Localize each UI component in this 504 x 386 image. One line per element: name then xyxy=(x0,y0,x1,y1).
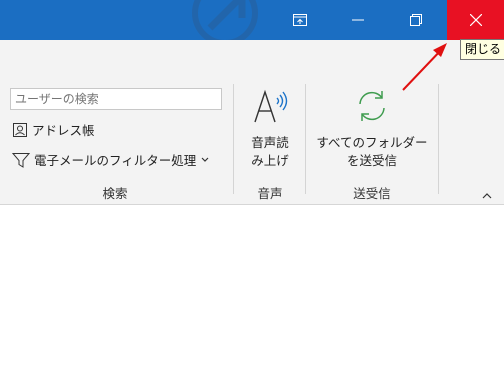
group-divider xyxy=(438,84,439,194)
ribbon-display-icon xyxy=(293,14,307,26)
annotation-arrow-icon xyxy=(402,43,447,91)
group-label-speech: 音声 xyxy=(257,186,283,201)
collapse-ribbon-button[interactable] xyxy=(480,187,494,199)
chevron-up-icon xyxy=(482,193,492,199)
background-arrow-decoration xyxy=(192,0,258,40)
close-tooltip: 閉じる xyxy=(460,39,504,60)
group-divider xyxy=(233,84,234,194)
minimize-button[interactable] xyxy=(338,0,378,40)
chevron-down-icon xyxy=(201,157,209,162)
group-divider xyxy=(305,84,306,194)
send-receive-label-line1: すべてのフォルダー xyxy=(316,135,428,150)
group-label-send-receive: 送受信 xyxy=(353,186,391,201)
filter-icon xyxy=(12,152,30,168)
ribbon-display-options-button[interactable] xyxy=(280,0,320,40)
read-aloud-icon xyxy=(254,89,288,123)
restore-icon xyxy=(410,14,422,26)
sync-icon xyxy=(359,91,385,121)
send-receive-all-folders-button[interactable]: すべてのフォルダー を送受信 xyxy=(312,84,432,174)
address-book-label: アドレス帳 xyxy=(32,123,95,138)
address-book-button[interactable]: アドレス帳 xyxy=(12,120,95,139)
close-button[interactable] xyxy=(447,0,504,40)
address-book-icon xyxy=(13,122,27,137)
title-bar xyxy=(0,0,504,40)
close-icon xyxy=(469,14,482,26)
content-area xyxy=(0,205,504,386)
read-aloud-button[interactable]: 音声読 み上げ xyxy=(238,84,302,174)
restore-button[interactable] xyxy=(396,0,436,40)
filter-email-label: 電子メールのフィルター処理 xyxy=(34,153,197,168)
user-search-input[interactable] xyxy=(10,88,222,110)
read-aloud-label-line1: 音声読 xyxy=(251,135,289,150)
read-aloud-label-line2: み上げ xyxy=(251,153,289,168)
group-label-search: 検索 xyxy=(102,186,128,201)
filter-email-button[interactable]: 電子メールのフィルター処理 xyxy=(12,150,214,169)
minimize-icon xyxy=(352,19,364,21)
send-receive-label-line2: を送受信 xyxy=(346,153,397,168)
